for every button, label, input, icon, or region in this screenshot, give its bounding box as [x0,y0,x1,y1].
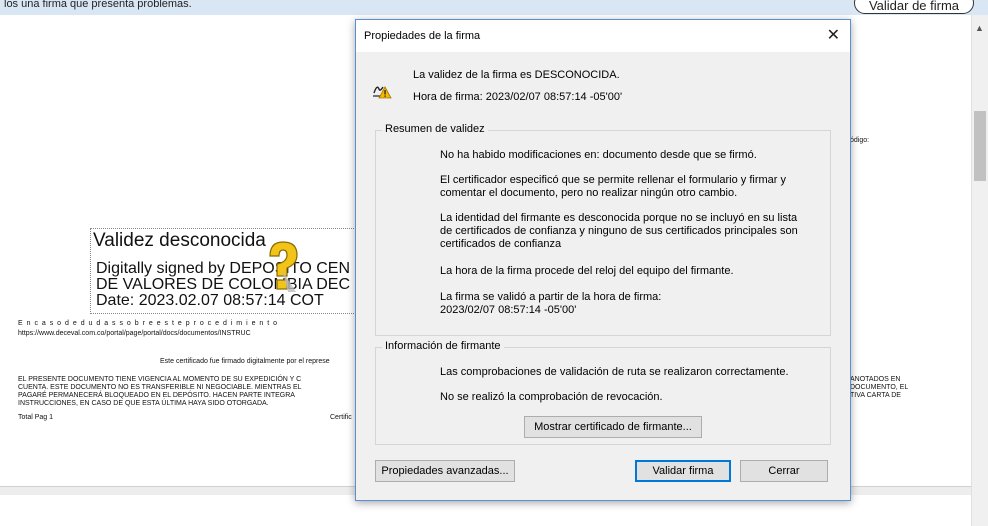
instructions-url[interactable]: https://www.deceval.com.co/portal/page/p… [18,330,251,338]
validity-status-text: La validez de la firma es DESCONOCIDA. [413,69,620,81]
legal-right-line-1: ANOTADOS EN [850,376,901,383]
total-pages-label: Total Pag 1 [18,414,54,421]
scroll-up-arrow-icon[interactable]: ▲ [975,23,984,33]
validity-summary-legend: Resumen de validez [382,123,488,135]
close-icon[interactable]: ✕ [827,25,840,45]
signature-date-line: Date: 2023.02.07 08:57:14 COT [96,292,324,309]
doubt-procedure-line: E n c a s o d e d u d a s s o b r e e s … [18,320,279,327]
dialog-titlebar[interactable]: Propiedades de la firma ✕ [356,20,850,52]
validate-signature-button[interactable]: Validar firma [635,460,731,482]
signature-warning-icon [373,86,392,99]
signer-info-item: Las comprobaciones de validación de ruta… [440,366,789,378]
vertical-scrollbar[interactable]: ▲ [971,15,988,526]
signature-status-title: Validez desconocida [93,230,266,251]
legal-text-line-2: CUENTA. ESTE DOCUMENTO NO ES TRANSFERIBL… [18,384,302,391]
signer-info-legend: Información de firmante [382,340,504,352]
signature-properties-dialog: Propiedades de la firma ✕ La validez de … [355,19,851,501]
summary-item: La identidad del firmante es desconocida… [440,212,798,250]
validity-summary-group: Resumen de validez No ha habido modifica… [375,123,831,336]
summary-item: No ha habido modificaciones en: document… [440,149,757,161]
certified-by-line: Este certificado fue firmado digitalment… [160,358,330,365]
document-message-bar: los una firma que presenta problemas. [0,0,988,15]
message-bar-text: los una firma que presenta problemas. [4,0,192,10]
legal-right-line-2: DOCUMENTO, EL [850,384,909,391]
legal-text-line-4: INSTRUCCIONES, EN CASO DE QUE ESTA ÚLTIM… [18,400,269,407]
show-signer-certificate-button[interactable]: Mostrar certificado de firmante... [524,416,702,438]
summary-item: La hora de la firma procede del reloj de… [440,265,734,277]
signer-info-item: No se realizó la comprobación de revocac… [440,391,663,403]
dialog-title: Propiedades de la firma [364,30,481,42]
legal-text-line-1: EL PRESENTE DOCUMENTO TIENE VIGENCIA AL … [18,376,302,383]
codigo-label: ódigo: [850,137,870,144]
signing-time-text: Hora de firma: 2023/02/07 08:57:14 -05'0… [413,91,623,103]
summary-item: La firma se validó a partir de la hora d… [440,291,662,316]
close-button[interactable]: Cerrar [740,460,828,482]
summary-item: El certificador especificó que se permit… [440,174,787,199]
signer-info-group: Información de firmante Las comprobacion… [375,340,831,445]
scrollbar-thumb[interactable] [974,111,986,181]
unknown-validity-question-icon [269,241,298,292]
legal-text-line-3: PAGARÉ PERMANECERÁ BLOQUEADO EN EL DEPÓS… [18,392,295,399]
certificate-footer-text: Certific [330,414,352,421]
advanced-properties-button[interactable]: Propiedades avanzadas... [375,460,515,482]
legal-right-line-3: TIVA CARTA DE [850,392,901,399]
validate-all-button[interactable]: Validar de firma [854,0,974,14]
